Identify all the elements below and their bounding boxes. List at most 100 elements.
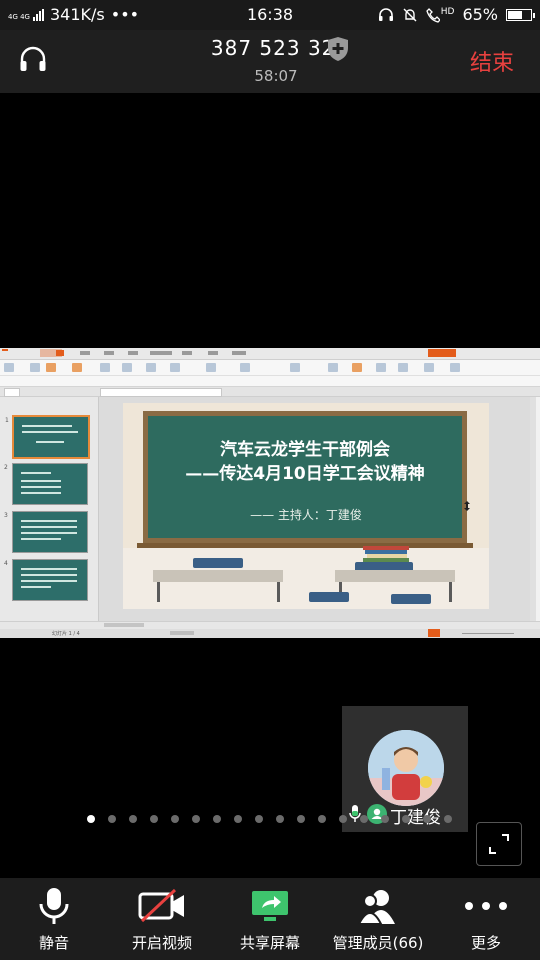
vertical-scrollbar: [530, 397, 536, 621]
align-tool-icon: [240, 363, 250, 372]
manage-members-button[interactable]: 管理成员(66): [324, 878, 432, 960]
shared-screen[interactable]: 1 2 3 4 汽车云龙学生干部例会 ——传达4月10日学工会议精神 —— 主持…: [0, 348, 540, 638]
layout-tool-icon: [100, 363, 110, 372]
menu-tab: [182, 351, 192, 355]
select-tool-icon: [424, 363, 434, 372]
page-dot[interactable]: [255, 815, 263, 823]
format-tool-icon: [46, 363, 56, 372]
slide-thumbnail-4: 4: [4, 559, 88, 601]
cut-tool-icon: [30, 363, 40, 372]
reset-tool-icon: [146, 363, 156, 372]
slide-thumbnail-panel: 1 2 3 4: [0, 397, 99, 621]
chair-image: [391, 594, 431, 604]
page-dot[interactable]: [339, 815, 347, 823]
app-logo-tab: [2, 349, 8, 351]
page-dot[interactable]: [318, 815, 326, 823]
mute-label: 静音: [38, 934, 69, 952]
slide-canvas: 汽车云龙学生干部例会 ——传达4月10日学工会议精神 —— 主持人：丁建俊: [99, 397, 530, 621]
slideshow-play-icon: [428, 629, 440, 637]
mute-button[interactable]: 静音: [0, 878, 108, 960]
slide-thumbnail-1: 1: [5, 415, 90, 459]
chair-image: [193, 558, 243, 568]
page-dot[interactable]: [150, 815, 158, 823]
share-label: 共享屏幕: [239, 934, 300, 952]
new-slide-icon: [72, 363, 82, 372]
microphone-icon: [39, 888, 69, 924]
battery-icon: [506, 8, 535, 21]
share-screen-icon: [252, 891, 288, 921]
page-dot[interactable]: [297, 815, 305, 823]
menu-tab: [80, 351, 90, 355]
page-dot[interactable]: [423, 815, 431, 823]
presentation-doc-tab: [100, 388, 222, 397]
textbox-tool-icon: [328, 363, 338, 372]
more-button[interactable]: 更多: [432, 878, 540, 960]
video-label: 开启视频: [131, 934, 192, 952]
section-tool-icon: [122, 363, 132, 372]
start-video-button[interactable]: 开启视频: [108, 878, 216, 960]
home-doc-tab: [4, 388, 20, 397]
document-tabs: [0, 387, 540, 397]
find-tool-icon: [398, 363, 408, 372]
menu-tab: [208, 351, 218, 355]
fullscreen-icon: [489, 834, 509, 854]
shape-tool-icon: [352, 363, 362, 372]
slide-title-line2: ——传达4月10日学工会议精神: [185, 464, 425, 484]
slide-counter: 幻灯片 1 / 4: [52, 631, 80, 637]
share-screen-button[interactable]: 共享屏幕: [216, 878, 324, 960]
font-tool-icon: [206, 363, 216, 372]
slide-thumbnail-2: 2: [4, 463, 88, 505]
members-icon: [358, 890, 395, 925]
page-dot[interactable]: [192, 815, 200, 823]
participant-avatar: [368, 730, 444, 806]
page-dot[interactable]: [276, 815, 284, 823]
desk-image: [153, 570, 283, 582]
paste-tool-icon: [4, 363, 14, 372]
desk-image: [335, 570, 455, 582]
meeting-duration: 58:07: [254, 67, 298, 85]
ribbon-toolbar: [0, 360, 540, 387]
chair-image: [309, 592, 349, 602]
page-dot[interactable]: [87, 815, 95, 823]
menu-tab: [104, 351, 114, 355]
menu-tab: [150, 351, 172, 355]
current-slide: 汽车云龙学生干部例会 ——传达4月10日学工会议精神 —— 主持人：丁建俊: [123, 403, 489, 609]
members-label: 管理成员(66): [332, 934, 424, 952]
slide-title-line1: 汽车云龙学生干部例会: [220, 440, 390, 460]
resize-cursor-icon: [464, 501, 470, 511]
page-dot[interactable]: [381, 815, 389, 823]
call-hd-icon: [425, 7, 440, 23]
page-dot[interactable]: [360, 815, 368, 823]
paragraph-tool-icon: [290, 363, 300, 372]
page-dot[interactable]: [444, 815, 452, 823]
page-indicator[interactable]: [87, 815, 452, 823]
arrange-tool-icon: [376, 363, 386, 372]
login-button-mini: [428, 349, 456, 357]
app-menu-bar: [0, 348, 540, 360]
meeting-header: 387 523 323 58:07 结束: [0, 30, 540, 93]
more-label: 更多: [470, 934, 501, 952]
page-dot[interactable]: [171, 815, 179, 823]
meeting-id[interactable]: 387 523 323: [0, 36, 540, 60]
status-right: HD 65%: [378, 5, 535, 24]
page-dot[interactable]: [129, 815, 137, 823]
page-dot[interactable]: [108, 815, 116, 823]
end-meeting-button[interactable]: 结束: [470, 45, 514, 77]
bold-tool-icon: [170, 363, 180, 372]
slide-host-line: —— 主持人：丁建俊: [250, 508, 362, 522]
status-bar: 4G 4G 341K/s ••• 16:38 HD 65%: [0, 0, 540, 30]
shield-plus-icon[interactable]: [326, 36, 350, 62]
slideshow-tool-icon: [450, 363, 460, 372]
menu-tab: [232, 351, 246, 355]
battery-percent: 65%: [462, 5, 498, 24]
hd-label: HD: [440, 6, 455, 17]
page-dot[interactable]: [402, 815, 410, 823]
page-dot[interactable]: [234, 815, 242, 823]
classroom-floor: [123, 546, 489, 609]
fullscreen-button[interactable]: [476, 822, 522, 866]
slide-thumbnail-3: 3: [4, 511, 88, 553]
headset-status-icon: [378, 7, 393, 21]
page-dot[interactable]: [213, 815, 221, 823]
participant-tile[interactable]: 丁建俊: [342, 706, 468, 832]
more-dots-icon: [465, 902, 507, 910]
